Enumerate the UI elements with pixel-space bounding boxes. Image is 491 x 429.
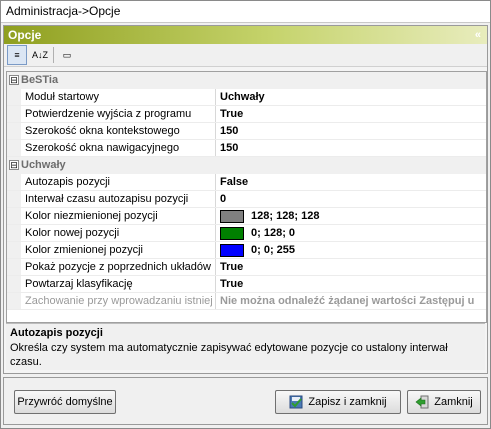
panel-header: Opcje « [4,26,487,44]
property-value[interactable]: False [216,174,486,190]
property-value-color[interactable]: 128; 128; 128 [216,208,486,224]
collapse-toggle-icon[interactable]: ⊟ [9,75,19,85]
color-swatch [220,243,244,257]
property-value[interactable]: Uchwały [216,89,486,105]
alphabetical-sort-button[interactable]: A↓Z [30,45,50,65]
property-value[interactable]: True [216,276,486,292]
property-row-disabled: Zachowanie przy wprowadzaniu istniej Nie … [7,293,486,310]
description-title: Autozapis pozycji [10,327,103,339]
options-window: Administracja->Opcje Opcje « ≡ A↓Z ▭ ⊟ B… [0,0,491,429]
property-name: Potwierdzenie wyjścia z programu [21,106,216,122]
dialog-footer: Przywróć domyślne Zapisz i zamknij Zamkn… [3,377,488,425]
property-name: Kolor nowej pozycji [21,225,216,241]
property-name: Autozapis pozycji [21,174,216,190]
category-bestia[interactable]: ⊟ BeSTia [7,72,486,89]
property-row[interactable]: Szerokość okna kontekstowego 150 [7,123,486,140]
save-icon [289,395,303,409]
property-name: Zachowanie przy wprowadzaniu istniej [21,293,216,309]
window-title: Administracja->Opcje [1,1,490,23]
property-pages-icon: ▭ [62,49,72,60]
property-row[interactable]: Powtarzaj klasyfikację True [7,276,486,293]
color-value: 128; 128; 128 [251,210,320,222]
categorized-view-button[interactable]: ≡ [7,45,27,65]
property-name: Powtarzaj klasyfikację [21,276,216,292]
sort-alphabetical-icon: A↓Z [31,50,48,60]
property-name: Szerokość okna kontekstowego [21,123,216,139]
categorized-icon: ≡ [14,50,20,60]
property-pages-button[interactable]: ▭ [57,45,77,65]
collapse-toggle-icon[interactable]: ⊟ [9,160,19,170]
property-row[interactable]: Moduł startowy Uchwały [7,89,486,106]
property-name: Szerokość okna nawigacyjnego [21,140,216,156]
property-value-color[interactable]: 0; 128; 0 [216,225,486,241]
color-swatch [220,209,244,223]
toolbar-separator [53,47,54,63]
property-row[interactable]: Kolor niezmienionej pozycji 128; 128; 128 [7,208,486,225]
description-text: Określa czy system ma automatycznie zapi… [10,342,448,368]
property-row[interactable]: Szerokość okna nawigacyjnego 150 [7,140,486,157]
category-uchwaly[interactable]: ⊟ Uchwały [7,157,486,174]
property-value: Nie można odnaleźć żądanej wartości Zast… [220,295,475,307]
property-row[interactable]: Autozapis pozycji False [7,174,486,191]
property-value-color[interactable]: 0; 0; 255 [216,242,486,258]
property-row[interactable]: Kolor nowej pozycji 0; 128; 0 [7,225,486,242]
property-row[interactable]: Potwierdzenie wyjścia z programu True [7,106,486,123]
property-row[interactable]: Pokaż pozycje z poprzednich układów True [7,259,486,276]
category-label: BeSTia [21,74,59,86]
property-row[interactable]: Interwał czasu autozapisu pozycji 0 [7,191,486,208]
description-pane: Autozapis pozycji Określa czy system ma … [6,323,485,370]
property-value[interactable]: True [216,259,486,275]
collapse-icon[interactable]: « [475,26,481,44]
close-label: Zamknij [434,396,473,408]
restore-defaults-button[interactable]: Przywróć domyślne [14,390,116,414]
property-row[interactable]: Kolor zmienionej pozycji 0; 0; 255 [7,242,486,259]
category-label: Uchwały [21,159,66,171]
color-value: 0; 128; 0 [251,227,296,239]
property-value[interactable]: 150 [216,140,486,156]
property-value[interactable]: 150 [216,123,486,139]
options-panel: Opcje « ≡ A↓Z ▭ ⊟ BeSTia Moduł startowy U… [3,25,488,374]
color-swatch [220,226,244,240]
restore-defaults-label: Przywróć domyślne [17,396,113,408]
property-name: Kolor niezmienionej pozycji [21,208,216,224]
property-value[interactable]: True [216,106,486,122]
property-grid: ⊟ BeSTia Moduł startowy Uchwały Potwierdz… [6,71,487,323]
panel-title: Opcje [8,28,42,42]
property-value[interactable]: 0 [216,191,486,207]
close-button[interactable]: Zamknij [407,390,481,414]
property-name: Pokaż pozycje z poprzednich układów [21,259,216,275]
property-grid-toolbar: ≡ A↓Z ▭ [4,44,487,67]
property-name: Moduł startowy [21,89,216,105]
property-name: Kolor zmienionej pozycji [21,242,216,258]
exit-icon [415,395,429,409]
save-and-close-button[interactable]: Zapisz i zamknij [275,390,401,414]
save-and-close-label: Zapisz i zamknij [308,396,387,408]
property-name: Interwał czasu autozapisu pozycji [21,191,216,207]
color-value: 0; 0; 255 [251,244,296,256]
